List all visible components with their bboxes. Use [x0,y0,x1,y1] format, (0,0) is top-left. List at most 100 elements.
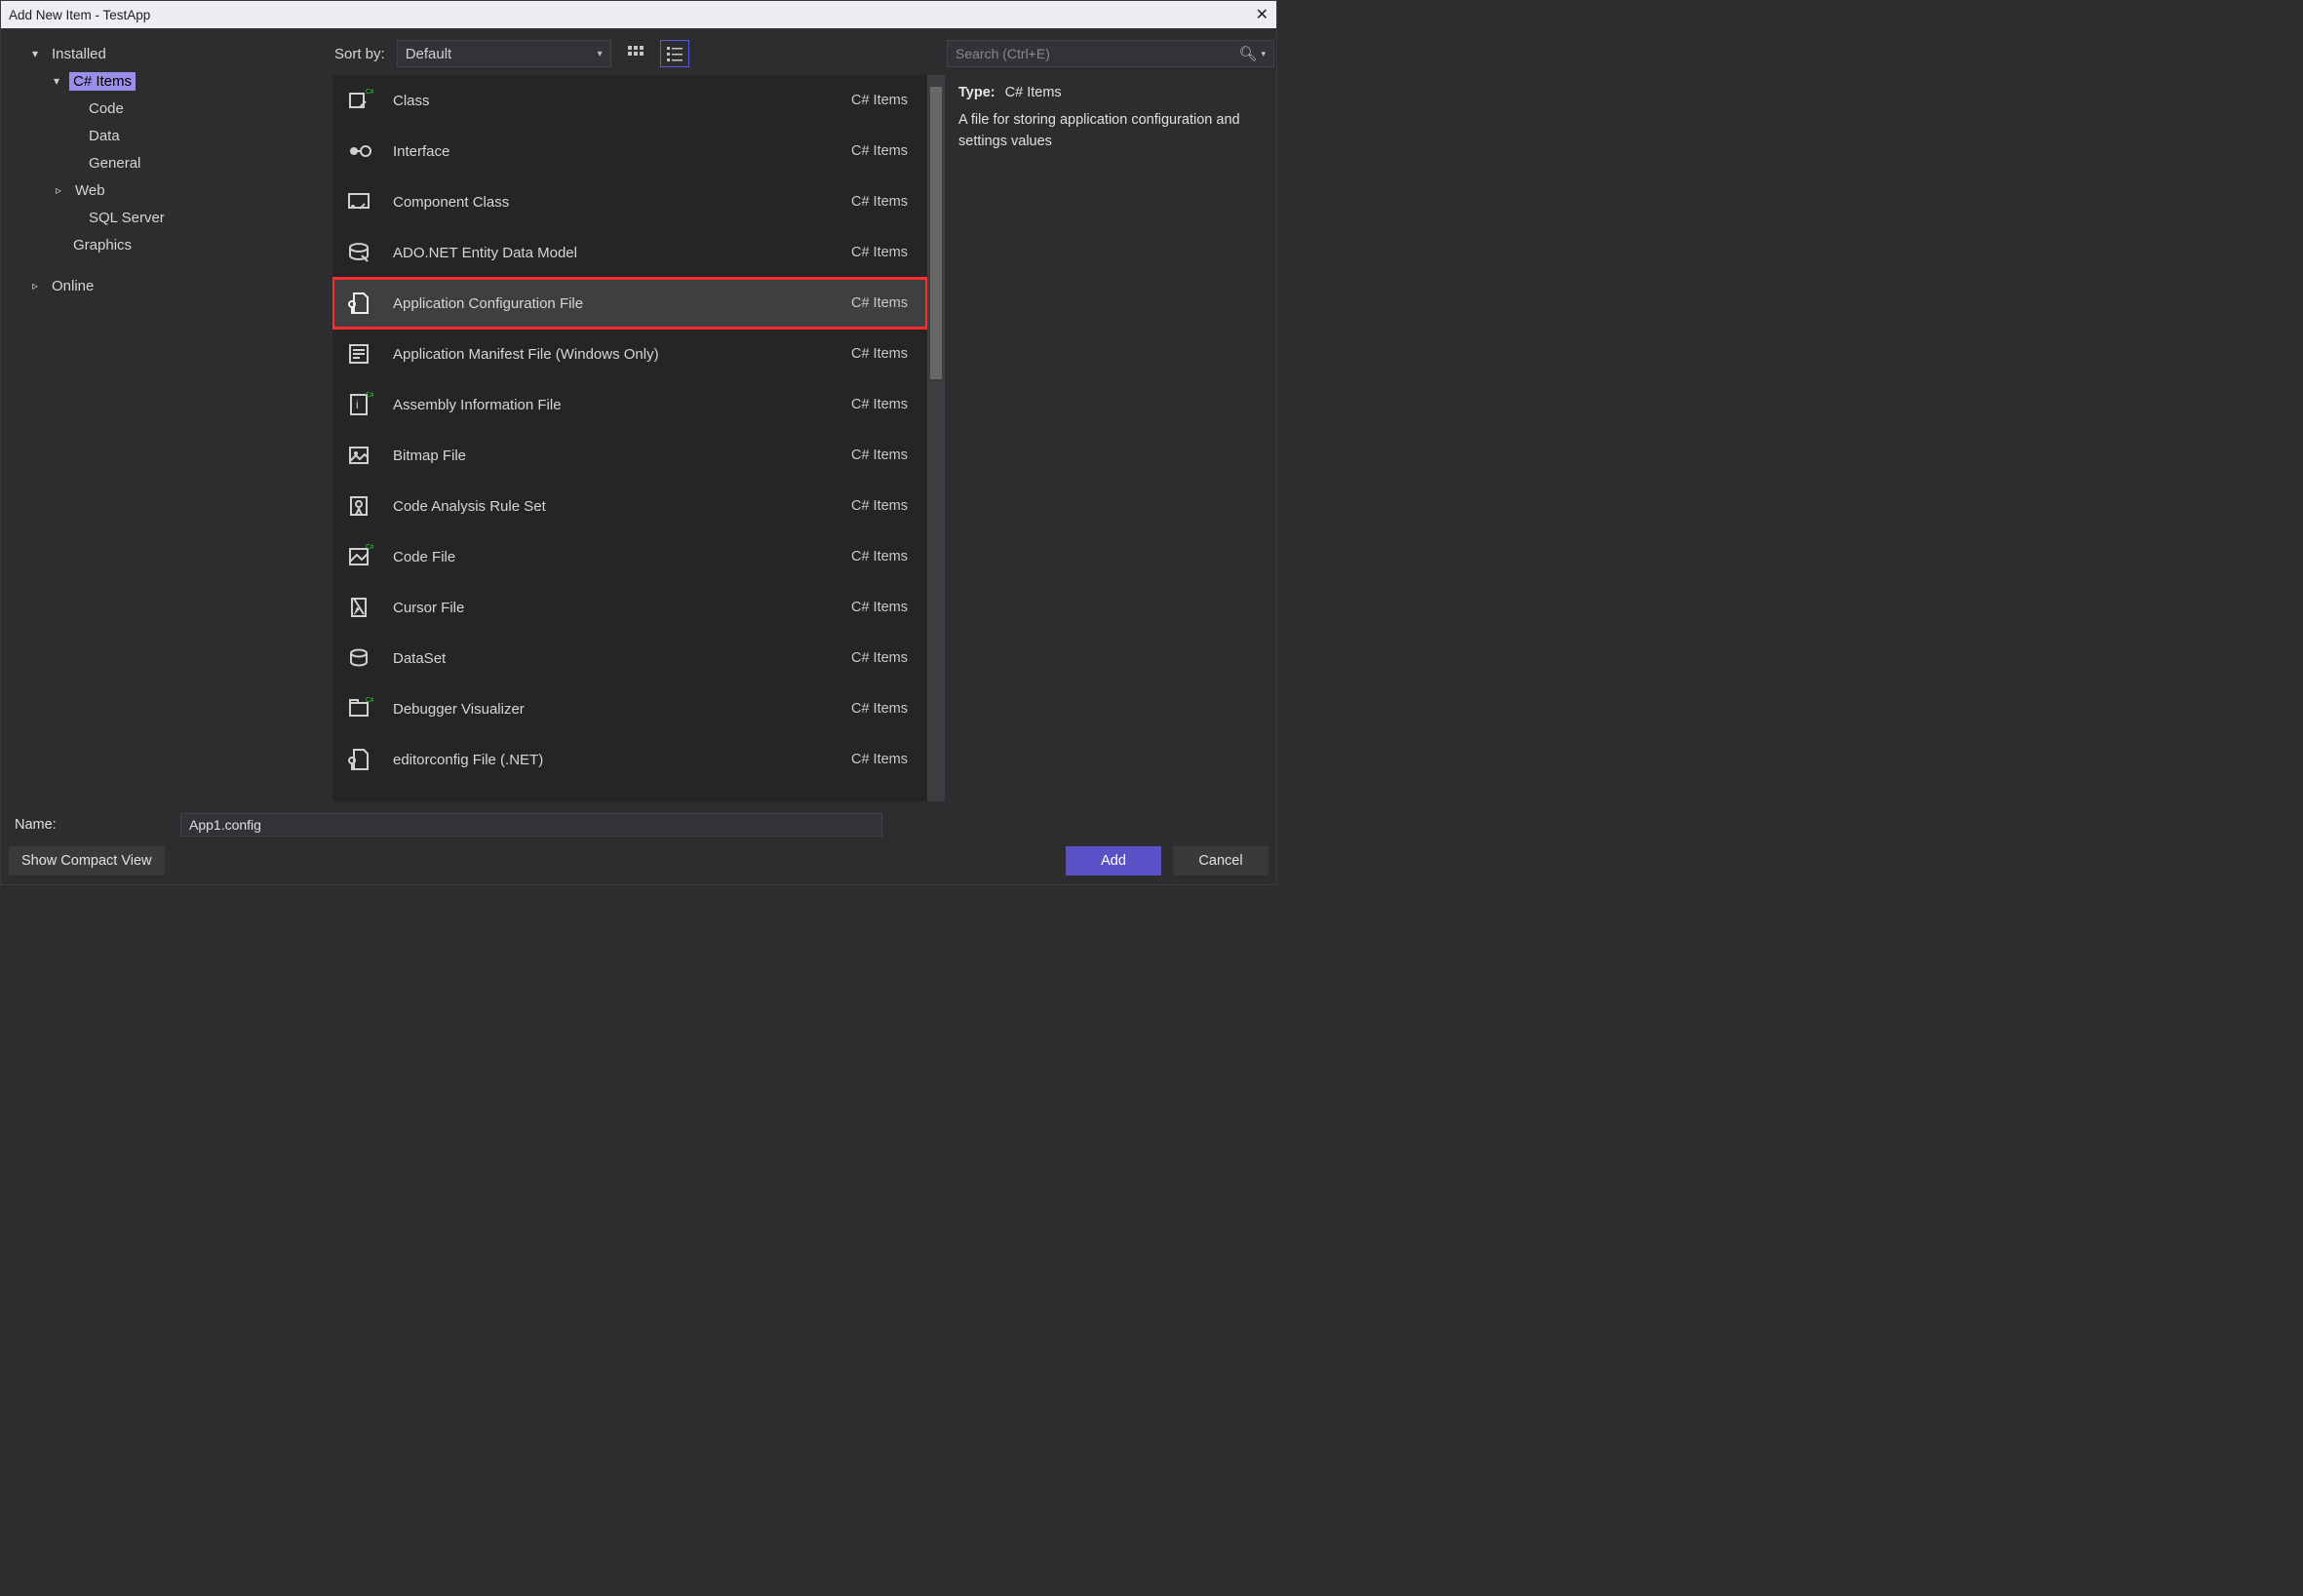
search-field[interactable] [956,46,1238,61]
sort-select[interactable]: Default ▾ [397,40,611,67]
template-list-wrap: C#ClassC# ItemsInterfaceC# ItemsComponen… [332,75,945,801]
search-icon[interactable]: 🔍︎ [1238,45,1257,62]
scrollbar[interactable] [927,75,945,801]
tree-label: Code [85,99,128,118]
svg-text:C#: C# [366,544,373,551]
template-row[interactable]: Application Manifest File (Windows Only)… [332,329,927,379]
template-row[interactable]: editorconfig File (.NET)C# Items [332,734,927,785]
tree-label: Data [85,127,124,145]
template-name: Assembly Information File [393,397,834,413]
template-name: Application Configuration File [393,295,834,312]
type-value: C# Items [1005,85,1062,100]
template-row[interactable]: C# Code File C# Items [332,531,927,582]
template-name: Class [393,93,834,109]
template-name: editorconfig File (.NET) [393,752,834,768]
tree-web[interactable]: ▹ Web [11,176,327,204]
compact-view-button[interactable]: Show Compact View [9,846,165,876]
template-icon [342,642,375,675]
template-category: C# Items [851,245,908,260]
expand-icon[interactable]: ▹ [52,183,65,197]
svg-text:C#: C# [366,392,373,399]
template-row[interactable]: InterfaceC# Items [332,126,927,176]
chevron-down-icon: ▾ [598,49,603,59]
template-icon [342,591,375,624]
template-icon: C# [342,84,375,117]
template-row[interactable]: Component ClassC# Items [332,176,927,227]
name-row: Name: [9,802,1269,841]
scrollbar-thumb[interactable] [930,87,942,379]
template-icon [342,743,375,776]
template-category: C# Items [851,549,908,564]
template-category: C# Items [851,346,908,362]
window-title: Add New Item - TestApp [9,8,1256,22]
template-row[interactable]: C# Class C# Items [332,75,927,126]
template-icon [342,337,375,370]
tree-label: General [85,154,144,173]
template-icon [342,236,375,269]
template-icon [342,135,375,168]
template-icon [342,439,375,472]
template-icon [342,185,375,218]
template-row[interactable]: DataSet C# Items [332,633,927,683]
svg-text:i: i [356,398,359,411]
template-icon [342,287,375,320]
template-icon: C# [342,692,375,725]
template-name: DataSet [393,650,834,667]
search-input[interactable]: 🔍︎ ▾ [947,40,1274,67]
template-row[interactable]: Cursor FileC# Items [332,582,927,633]
template-name: Cursor File [393,600,834,616]
template-category: C# Items [851,397,908,412]
name-input[interactable] [180,813,882,837]
grid-view-button[interactable] [621,40,650,67]
template-list[interactable]: C#ClassC# ItemsInterfaceC# ItemsComponen… [332,75,927,801]
template-category: C# Items [851,93,908,108]
template-row[interactable]: ADO.NET Entity Data Model C# Items [332,227,927,278]
template-row[interactable]: Bitmap FileC# Items [332,430,927,481]
description: A file for storing application configura… [958,110,1263,153]
svg-text:C#: C# [366,697,373,704]
tree-installed[interactable]: ▾ Installed [11,40,327,67]
add-button[interactable]: Add [1066,846,1161,876]
svg-text:C#: C# [366,89,373,96]
type-line: Type: C# Items [958,85,1263,100]
template-category: C# Items [851,650,908,666]
tree-label: Online [48,277,98,295]
tree-code[interactable]: ▸ Code [11,95,327,122]
sort-by-label: Sort by: [334,46,385,62]
template-icon: C# [342,540,375,573]
tree-graphics[interactable]: ▸ Graphics [11,231,327,258]
template-name: Code File [393,549,834,565]
template-row[interactable]: i C# Assembly Information File C# Items [332,379,927,430]
template-row[interactable]: C#Debugger VisualizerC# Items [332,683,927,734]
button-row: Show Compact View Add Cancel [9,841,1269,884]
tree-label: Graphics [69,236,136,254]
tree-label: Web [71,181,109,200]
template-name: Interface [393,143,834,160]
search-dropdown-icon[interactable]: ▾ [1261,49,1266,59]
details-panel: 🔍︎ ▾ Type: C# Items A file for storing a… [945,28,1276,801]
template-panel: Sort by: Default ▾ C# Class C# Items Interf… [332,28,945,801]
category-tree: ▾ Installed ▾ C# Items ▸ Code ▸ Data ▸ G… [1,28,332,801]
expand-icon[interactable]: ▹ [28,279,42,292]
tree-csharp-items[interactable]: ▾ C# Items [11,67,327,95]
template-name: ADO.NET Entity Data Model [393,245,834,261]
collapse-icon[interactable]: ▾ [50,74,63,88]
template-icon [342,489,375,523]
tree-general[interactable]: ▸ General [11,149,327,176]
template-row[interactable]: Code Analysis Rule SetC# Items [332,481,927,531]
content-area: ▾ Installed ▾ C# Items ▸ Code ▸ Data ▸ G… [1,28,1276,801]
cancel-button[interactable]: Cancel [1173,846,1269,876]
collapse-icon[interactable]: ▾ [28,47,42,60]
name-label: Name: [9,817,173,833]
detail-body: Type: C# Items A file for storing applic… [945,75,1276,163]
template-name: Application Manifest File (Windows Only) [393,346,834,363]
template-name: Bitmap File [393,448,834,464]
template-category: C# Items [851,295,908,311]
template-row[interactable]: Application Configuration File C# Items [332,278,927,329]
tree-data[interactable]: ▸ Data [11,122,327,149]
tree-online[interactable]: ▹ Online [11,272,327,299]
tree-sql[interactable]: ▸ SQL Server [11,204,327,231]
bottom-bar: Name: Show Compact View Add Cancel [1,801,1276,884]
list-view-button[interactable] [660,40,689,67]
close-icon[interactable]: ✕ [1256,5,1269,24]
